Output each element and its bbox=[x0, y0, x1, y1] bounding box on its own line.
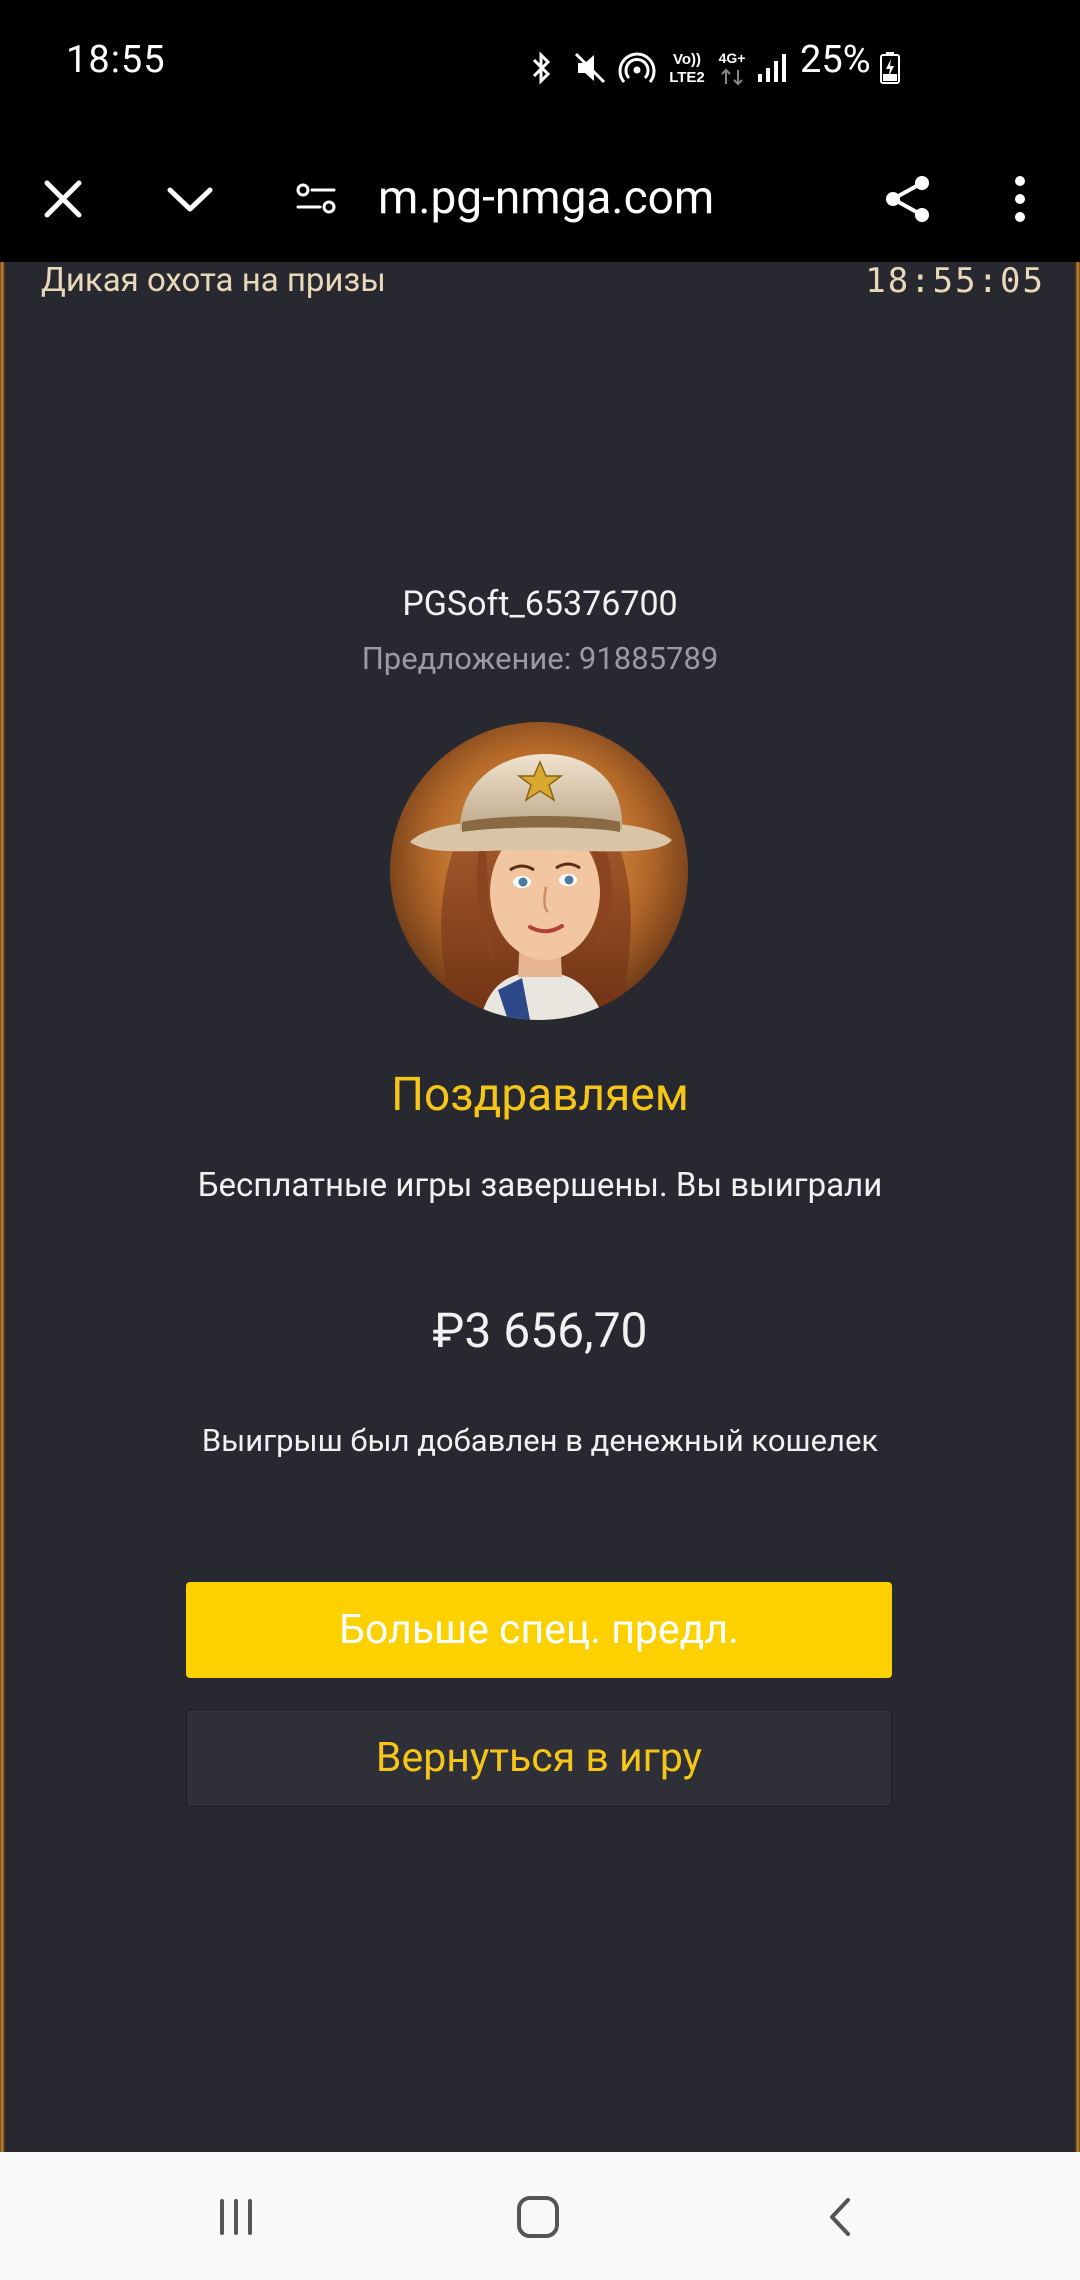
share-button[interactable] bbox=[870, 161, 946, 237]
volte-icon: Vo)) LTE2 bbox=[669, 51, 705, 86]
mute-icon bbox=[574, 52, 606, 84]
cowgirl-avatar-image bbox=[390, 722, 688, 1020]
web-content: Дикая охота на призы 18:55:05 PGSoft_653… bbox=[0, 262, 1080, 2152]
url-bar[interactable]: m.pg-nmga.com bbox=[378, 160, 714, 236]
game-title: Дикая охота на призы bbox=[41, 261, 386, 300]
battery-percentage: 25% bbox=[800, 38, 871, 82]
win-amount: ₽3 656,70 bbox=[432, 1302, 648, 1359]
recent-apps-button[interactable] bbox=[196, 2182, 276, 2252]
system-navigation-bar bbox=[0, 2152, 1080, 2280]
browser-toolbar: m.pg-nmga.com bbox=[0, 136, 1080, 262]
signal-icon bbox=[758, 54, 786, 82]
wallet-note: Выигрыш был добавлен в денежный кошелек bbox=[201, 1422, 879, 1459]
svg-text:LTE2: LTE2 bbox=[669, 69, 705, 86]
avatar bbox=[390, 722, 688, 1020]
site-settings-icon bbox=[296, 183, 336, 214]
minimize-button[interactable] bbox=[152, 161, 228, 237]
result-panel: Дикая охота на призы 18:55:05 PGSoft_653… bbox=[5, 262, 1075, 2152]
more-options-button[interactable] bbox=[982, 161, 1058, 237]
game-clock: 18:55:05 bbox=[865, 261, 1045, 301]
battery-charging-icon bbox=[880, 52, 900, 84]
close-tab-button[interactable] bbox=[25, 161, 101, 237]
svg-text:Vo)): Vo)) bbox=[673, 51, 701, 68]
share-icon bbox=[886, 176, 929, 222]
offer-id: Предложение: 91885789 bbox=[361, 640, 719, 677]
more-vert-icon bbox=[1015, 176, 1025, 222]
status-time: 18:55 bbox=[66, 38, 166, 82]
chevron-down-icon bbox=[167, 187, 213, 212]
close-icon bbox=[44, 180, 82, 218]
svg-text:4G+: 4G+ bbox=[719, 50, 746, 66]
back-icon bbox=[830, 2198, 850, 2236]
return-to-game-button[interactable]: Вернуться в игру bbox=[186, 1709, 892, 1807]
hotspot-icon bbox=[618, 52, 656, 83]
data-arrows-icon: 4G+ bbox=[719, 50, 746, 86]
bluetooth-icon bbox=[532, 51, 551, 85]
site-settings-button[interactable] bbox=[278, 161, 354, 237]
more-offers-button[interactable]: Больше спец. предл. bbox=[186, 1582, 892, 1678]
back-button[interactable] bbox=[800, 2182, 880, 2252]
recent-apps-icon bbox=[220, 2199, 252, 2235]
congrats-heading: Поздравляем bbox=[391, 1068, 689, 1122]
status-bar: 18:55 Vo)) LTE2 4G+ 25% bbox=[0, 0, 1080, 136]
player-username: PGSoft_65376700 bbox=[402, 584, 678, 624]
home-button[interactable] bbox=[498, 2182, 578, 2252]
result-description: Бесплатные игры завершены. Вы выиграли bbox=[197, 1166, 883, 1205]
home-icon bbox=[517, 2196, 559, 2238]
